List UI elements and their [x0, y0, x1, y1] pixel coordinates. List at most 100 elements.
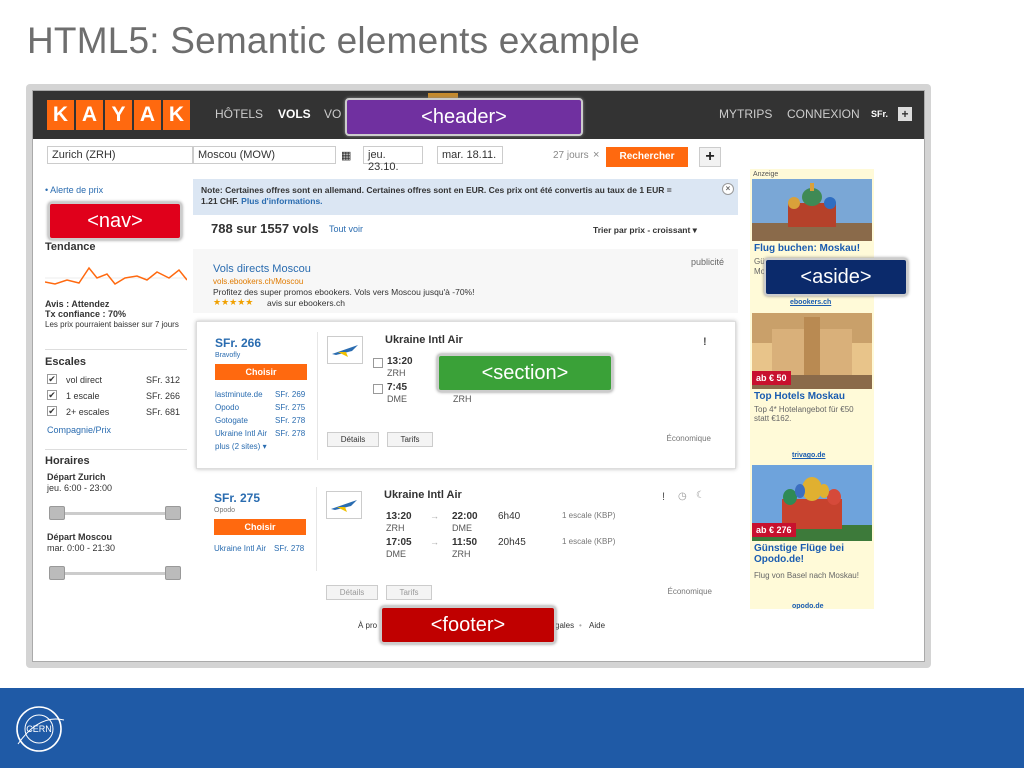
slider-handle-min[interactable] [49, 566, 65, 580]
provider-name[interactable]: Ukraine Intl Air [214, 544, 266, 553]
close-icon[interactable]: × [722, 183, 734, 195]
notice-text-2: 1.21 CHF. [201, 196, 239, 206]
choose-button[interactable]: Choisir [215, 364, 307, 380]
fares-button[interactable]: Tarifs [387, 432, 433, 447]
search-button[interactable]: Rechercher [606, 147, 688, 167]
nav-flights[interactable]: VOLS [278, 107, 311, 121]
origin-input[interactable]: Zurich (ZRH) [47, 146, 193, 164]
depart-airport: ZRH [386, 523, 405, 533]
destination-input[interactable]: Moscou (MOW) [193, 146, 336, 164]
ad-title[interactable]: Günstige Flüge bei Opodo.de! [754, 543, 872, 565]
calendar-icon[interactable]: ▦ [341, 149, 351, 162]
clear-icon[interactable]: × [593, 149, 599, 161]
provider-name[interactable]: Opodo [215, 403, 239, 412]
slider-handle-max[interactable] [165, 566, 181, 580]
checkbox[interactable] [373, 358, 383, 368]
divider [317, 332, 318, 460]
airline-logo [327, 336, 363, 364]
details-button[interactable]: Détails [326, 585, 378, 600]
help-link[interactable]: Aide [589, 621, 605, 630]
cern-text: CERN [26, 724, 52, 734]
depart-time: 13:20 [387, 356, 413, 367]
nav-hotels[interactable]: HÔTELS [215, 107, 263, 121]
depart-zurich-slider[interactable] [55, 512, 173, 515]
depart-moscow-slider[interactable] [55, 572, 173, 575]
provider-price[interactable]: SFr. 278 [275, 429, 305, 438]
info-notice: Note: Certaines offres sont en allemand.… [193, 179, 738, 215]
ad-link[interactable]: ebookers.ch [790, 299, 831, 306]
ad-url[interactable]: vols.ebookers.ch/Moscou [213, 277, 303, 286]
more-providers-link[interactable]: plus (2 sites) ▾ [215, 442, 267, 451]
result-provider[interactable]: Opodo [214, 507, 235, 514]
ad-text: Flug von Basel nach Moskau! [754, 571, 859, 580]
arrive-time: 22:00 [452, 511, 478, 522]
currency-selector[interactable]: SFr. [871, 109, 888, 119]
slide-title: HTML5: Semantic elements example [27, 20, 641, 61]
result-price[interactable]: SFr. 275 [214, 491, 260, 505]
checkbox-direct[interactable]: ✔ [47, 374, 57, 384]
more-info-link[interactable]: Plus d'informations. [241, 196, 322, 206]
arrive-airport: DME [452, 523, 472, 533]
duration: 6h40 [498, 511, 521, 522]
checkbox[interactable] [373, 384, 383, 394]
details-button[interactable]: Détails [327, 432, 379, 447]
sponsored-result[interactable]: Vols directs Moscou vols.ebookers.ch/Mos… [193, 249, 738, 313]
airline-price-link[interactable]: Compagnie/Prix [47, 425, 111, 435]
return-date-input[interactable]: mar. 18.11. [437, 146, 503, 164]
ad-link[interactable]: trivago.de [792, 452, 825, 459]
divider [45, 349, 187, 350]
fares-button[interactable]: Tarifs [386, 585, 432, 600]
footer-tag: <footer> [380, 606, 556, 644]
stop-label: vol direct [66, 375, 103, 385]
choose-button[interactable]: Choisir [214, 519, 306, 535]
provider-price[interactable]: SFr. 269 [275, 390, 305, 399]
result-provider[interactable]: Bravofly [215, 352, 240, 359]
provider-name[interactable]: Ukraine Intl Air [215, 429, 267, 438]
provider-price[interactable]: SFr. 275 [275, 403, 305, 412]
result-price[interactable]: SFr. 266 [215, 336, 261, 350]
sort-dropdown[interactable]: Trier par prix - croissant ▾ [593, 225, 697, 236]
price-alert-link[interactable]: • Alerte de prix [45, 185, 103, 195]
depart-time: 13:20 [386, 511, 412, 522]
ad-title[interactable]: Vols directs Moscou [213, 263, 311, 275]
kayak-logo[interactable]: K A Y A K [47, 100, 190, 130]
cabin-class: Économique [666, 434, 711, 443]
footer-link[interactable]: gales [555, 621, 574, 630]
result-card[interactable]: SFr. 275 Opodo Choisir Ukraine Intl Air … [196, 477, 736, 607]
ad-reviews: avis sur ebookers.ch [267, 298, 345, 308]
airline-name: Ukraine Intl Air [385, 334, 463, 346]
airline-logo [326, 491, 362, 519]
depart-date-input[interactable]: jeu. 23.10. [363, 146, 423, 173]
stop-price: SFr. 266 [146, 391, 181, 401]
ad-title[interactable]: Top Hotels Moskau [754, 391, 845, 402]
see-all-link[interactable]: Tout voir [329, 224, 363, 234]
ad-title[interactable]: Flug buchen: Moskau! [754, 243, 860, 254]
nav-more[interactable]: VO [324, 107, 341, 121]
result-card[interactable]: SFr. 266 Bravofly Choisir lastminute.de … [196, 321, 736, 469]
cabin-class: Économique [667, 587, 712, 596]
add-search-button[interactable]: + [699, 147, 721, 167]
return-arrive-airport: ZRH [452, 549, 471, 559]
header-tag: <header> [345, 98, 583, 136]
logo-letter: Y [105, 100, 132, 130]
checkbox-two-stops[interactable]: ✔ [47, 406, 57, 416]
slider-handle-max[interactable] [165, 506, 181, 520]
moscow-image[interactable] [752, 179, 872, 241]
provider-name[interactable]: lastminute.de [215, 390, 263, 399]
price-badge: ab € 50 [752, 371, 791, 385]
footer-link[interactable]: À pro [358, 621, 377, 630]
plus-icon[interactable]: + [898, 107, 912, 121]
provider-name[interactable]: Gotogate [215, 416, 248, 425]
return-arrive-time: 11:50 [452, 537, 478, 548]
slider-handle-min[interactable] [49, 506, 65, 520]
nav-mytrips[interactable]: MYTRIPS [719, 107, 772, 121]
provider-price[interactable]: SFr. 278 [274, 544, 304, 553]
moon-icon: ☾ [696, 490, 705, 501]
nav-login[interactable]: CONNEXION [787, 107, 860, 121]
provider-price[interactable]: SFr. 278 [275, 416, 305, 425]
stop-label: 2+ escales [66, 407, 110, 417]
depart-zurich-label: Départ Zurich [47, 472, 106, 482]
depart-moscow-label: Départ Moscou [47, 532, 113, 542]
checkbox-one-stop[interactable]: ✔ [47, 390, 57, 400]
stops-title: Escales [45, 356, 86, 368]
